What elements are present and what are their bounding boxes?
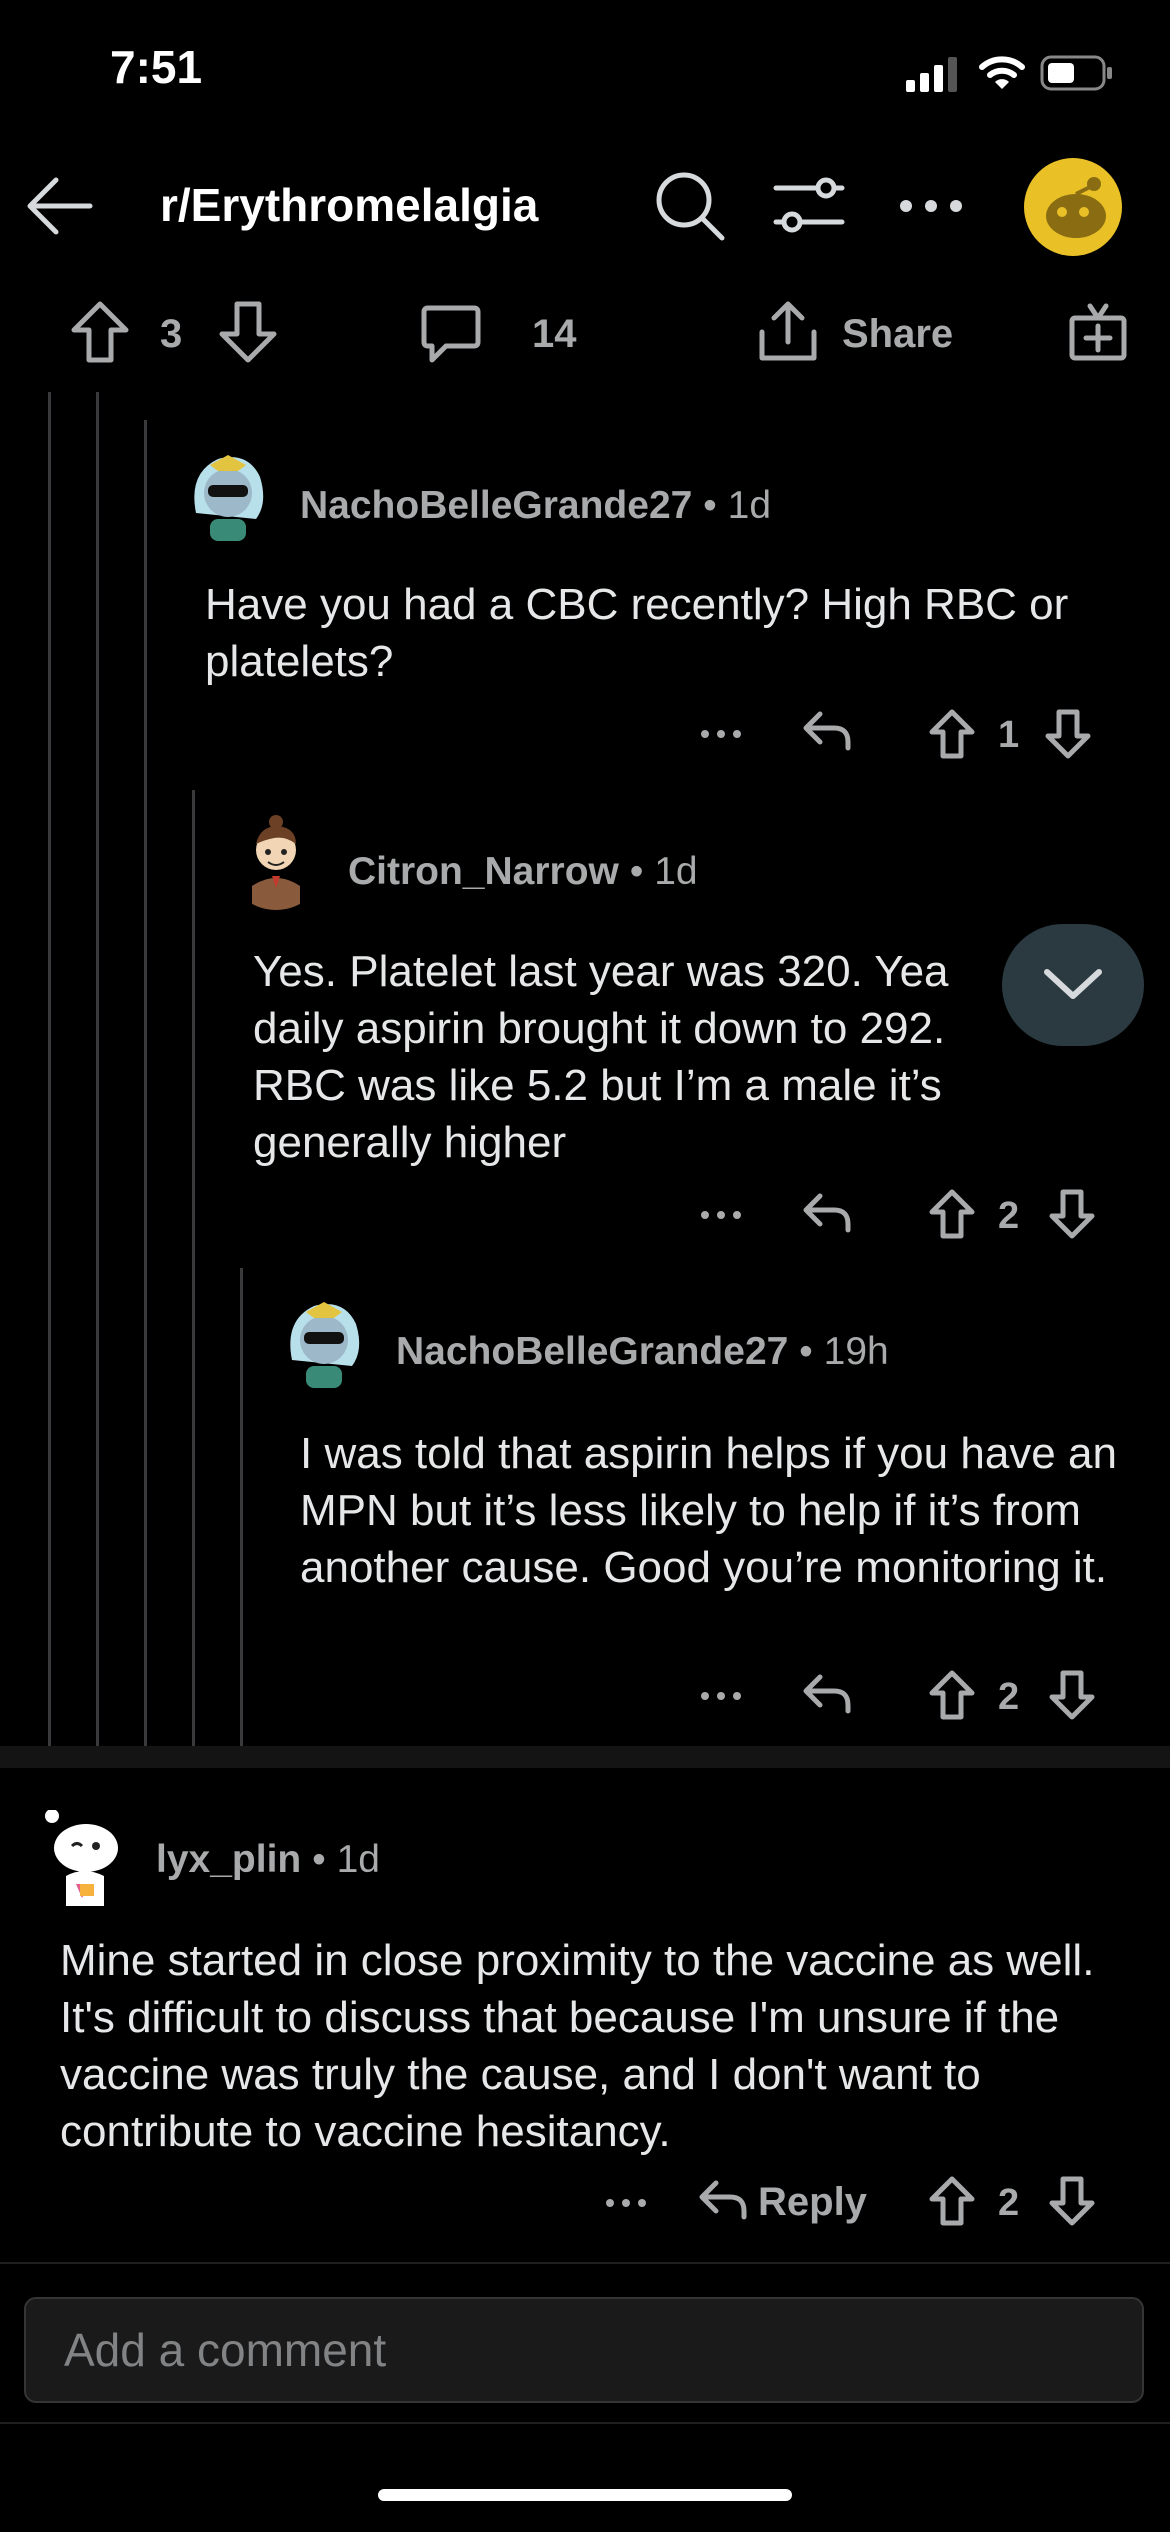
home-indicator[interactable] bbox=[378, 2489, 792, 2501]
username[interactable]: NachoBelleGrande27 bbox=[300, 484, 692, 527]
reply-icon[interactable] bbox=[698, 2177, 748, 2221]
reply-icon[interactable] bbox=[802, 1190, 852, 1234]
sort-filter-icon[interactable] bbox=[772, 174, 846, 238]
reply-button[interactable]: Reply bbox=[758, 2180, 867, 2225]
comment-divider bbox=[0, 1746, 1170, 1768]
downvote-icon[interactable] bbox=[1048, 1669, 1096, 1721]
vote-count: 2 bbox=[998, 2182, 1020, 2224]
upvote-icon[interactable] bbox=[928, 2175, 976, 2227]
reply-icon[interactable] bbox=[802, 708, 852, 752]
comment-body: Have you had a CBC recently? High RBC or… bbox=[205, 580, 1069, 686]
avatar[interactable] bbox=[226, 810, 326, 910]
post-upvote-icon[interactable] bbox=[70, 300, 130, 364]
share-label[interactable]: Share bbox=[842, 312, 953, 357]
comment-meta: lyx_plin • 1d bbox=[156, 1838, 380, 1882]
upvote-icon[interactable] bbox=[928, 708, 976, 760]
thread-line[interactable] bbox=[96, 748, 99, 1746]
add-comment-placeholder: Add a comment bbox=[64, 2324, 387, 2376]
comment-body: I was told that aspirin helps if you hav… bbox=[300, 1429, 1117, 1592]
post-downvote-icon[interactable] bbox=[218, 300, 278, 364]
signal-icon bbox=[906, 56, 960, 92]
wifi-icon bbox=[978, 54, 1026, 92]
comment-body: Mine started in close proximity to the v… bbox=[60, 1936, 1095, 2156]
username[interactable]: Citron_Narrow bbox=[348, 850, 619, 893]
gift-award-icon[interactable] bbox=[1068, 300, 1128, 362]
vote-count: 2 bbox=[998, 1676, 1020, 1718]
thread-line[interactable] bbox=[48, 392, 51, 748]
comment-age: • 1d bbox=[703, 484, 772, 527]
avatar[interactable] bbox=[274, 1290, 374, 1390]
reply-icon[interactable] bbox=[802, 1671, 852, 1715]
next-comment-button[interactable] bbox=[1002, 924, 1144, 1046]
username[interactable]: lyx_plin bbox=[156, 1838, 301, 1881]
upvote-icon[interactable] bbox=[928, 1669, 976, 1721]
comment-meta: NachoBelleGrande27 • 1d bbox=[300, 484, 771, 528]
back-arrow-icon[interactable] bbox=[24, 170, 96, 242]
more-options-icon[interactable] bbox=[700, 1209, 742, 1221]
composer-separator bbox=[0, 2422, 1170, 2424]
share-icon[interactable] bbox=[756, 298, 820, 364]
subreddit-title[interactable]: r/Erythromelalgia bbox=[160, 178, 538, 232]
post-comment-count: 14 bbox=[532, 312, 577, 356]
thread-line[interactable] bbox=[144, 420, 147, 748]
avatar[interactable] bbox=[178, 443, 278, 543]
downvote-icon[interactable] bbox=[1048, 1188, 1096, 1240]
thread-line[interactable] bbox=[48, 748, 51, 1746]
battery-icon bbox=[1040, 55, 1114, 91]
thread-line[interactable] bbox=[240, 1268, 243, 1746]
comment-age: • 1d bbox=[312, 1838, 380, 1881]
comment-meta: Citron_Narrow • 1d bbox=[348, 850, 698, 894]
comment-meta: NachoBelleGrande27 • 19h bbox=[396, 1330, 889, 1374]
comment-age: • 1d bbox=[629, 850, 698, 893]
user-avatar[interactable] bbox=[1024, 158, 1122, 256]
avatar[interactable] bbox=[34, 1810, 134, 1910]
comment-age: • 19h bbox=[799, 1330, 889, 1373]
upvote-icon[interactable] bbox=[928, 1188, 976, 1240]
vote-count: 2 bbox=[998, 1195, 1020, 1237]
thread-line[interactable] bbox=[144, 748, 147, 1746]
comment-bubble-icon[interactable] bbox=[420, 304, 482, 364]
downvote-icon[interactable] bbox=[1044, 708, 1092, 760]
thread-line[interactable] bbox=[192, 790, 195, 1746]
vote-count: 1 bbox=[998, 714, 1020, 756]
more-options-icon[interactable] bbox=[605, 2197, 647, 2209]
post-vote-count: 3 bbox=[160, 312, 183, 356]
thread-line[interactable] bbox=[96, 392, 99, 748]
more-options-icon[interactable] bbox=[700, 1690, 742, 1702]
search-icon[interactable] bbox=[652, 168, 728, 244]
comment-body: Yes. Platelet last year was 320. Yea dai… bbox=[253, 947, 949, 1167]
composer-separator bbox=[0, 2262, 1170, 2264]
downvote-icon[interactable] bbox=[1048, 2175, 1096, 2227]
username[interactable]: NachoBelleGrande27 bbox=[396, 1330, 788, 1373]
status-time: 7:51 bbox=[110, 41, 203, 93]
more-options-icon[interactable] bbox=[898, 194, 964, 218]
more-options-icon[interactable] bbox=[700, 728, 742, 740]
